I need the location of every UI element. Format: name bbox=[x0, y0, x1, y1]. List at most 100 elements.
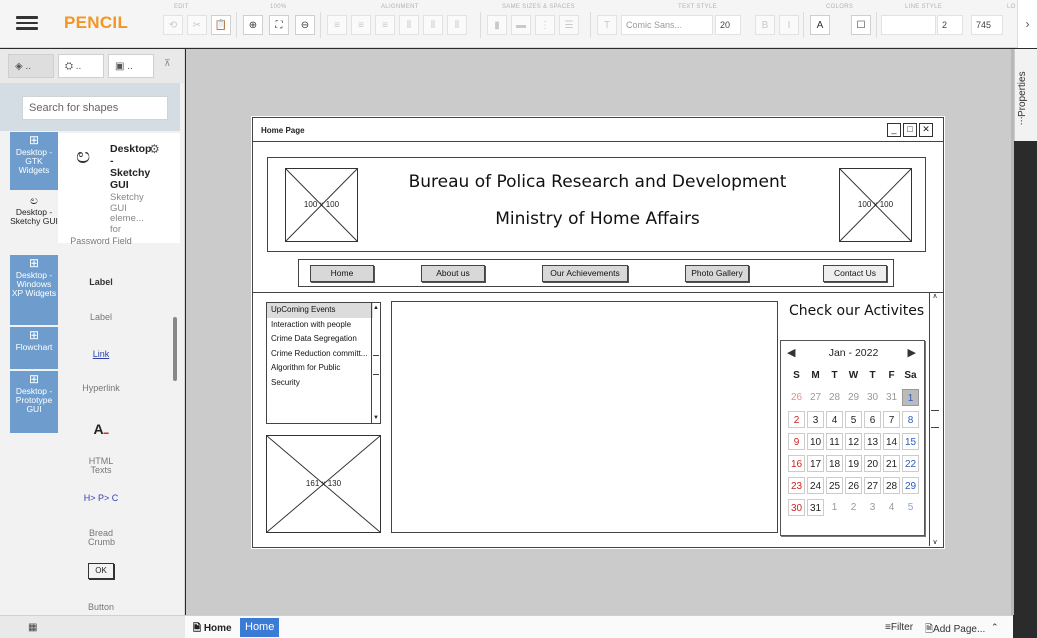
shape-button[interactable]: Button bbox=[58, 603, 144, 612]
cut-icon[interactable]: ✂ bbox=[187, 15, 207, 35]
scroll-up-icon[interactable]: ∧ bbox=[930, 292, 940, 300]
events-listbox[interactable]: UpComing Events Interaction with people … bbox=[266, 302, 381, 424]
calendar-day[interactable]: 27 bbox=[807, 389, 824, 406]
calendar-day[interactable]: 21 bbox=[883, 455, 900, 472]
gear-icon[interactable]: ⚙ bbox=[149, 142, 160, 156]
zoom-in-icon[interactable]: ⊕ bbox=[243, 15, 263, 35]
calendar-day[interactable]: 29 bbox=[902, 477, 919, 494]
shape-breadcrumb[interactable]: Bread Crumb bbox=[88, 529, 115, 547]
filter-button[interactable]: ≡Filter bbox=[885, 622, 913, 633]
calendar-day[interactable]: 3 bbox=[807, 411, 824, 428]
text-color-icon[interactable]: A bbox=[810, 15, 830, 35]
list-item[interactable]: Crime Data Segregation bbox=[267, 332, 373, 347]
scroll-down-icon[interactable]: ∨ bbox=[930, 538, 940, 546]
calendar-day[interactable]: 5 bbox=[845, 411, 862, 428]
nav-about-button[interactable]: About us bbox=[421, 265, 485, 282]
calendar-day[interactable]: 19 bbox=[845, 455, 862, 472]
calendar-day[interactable]: 9 bbox=[788, 433, 805, 450]
calendar-day[interactable]: 31 bbox=[883, 389, 900, 406]
calendar-day[interactable]: 27 bbox=[864, 477, 881, 494]
calendar-day[interactable]: 30 bbox=[788, 499, 805, 516]
font-size-field[interactable]: 20 bbox=[715, 15, 741, 35]
list-item[interactable]: Algorithm for Public bbox=[267, 361, 373, 376]
calendar-day[interactable]: 2 bbox=[788, 411, 805, 428]
calendar-day[interactable]: 4 bbox=[883, 499, 900, 516]
fill-color-icon[interactable]: ☐ bbox=[851, 15, 871, 35]
tab-collections[interactable]: ⛭ .. bbox=[58, 54, 104, 78]
pin-icon[interactable]: ⊼ bbox=[164, 58, 171, 69]
align-middle-icon[interactable]: ⫴ bbox=[423, 15, 443, 35]
calendar-day[interactable]: 1 bbox=[902, 389, 919, 406]
calendar-day[interactable]: 31 bbox=[807, 499, 824, 516]
shape-breadcrumb-preview[interactable]: H> P> C bbox=[58, 493, 144, 503]
calendar-day[interactable]: 26 bbox=[788, 389, 805, 406]
html-text-preview-icon[interactable]: A▬ bbox=[58, 421, 144, 437]
calendar-day[interactable]: 3 bbox=[864, 499, 881, 516]
shape-hyperlink[interactable]: Hyperlink bbox=[58, 384, 144, 393]
calendar-day[interactable]: 12 bbox=[845, 433, 862, 450]
calendar-day[interactable]: 8 bbox=[902, 411, 919, 428]
nav-achievements-button[interactable]: Our Achievements bbox=[542, 265, 628, 282]
close-icon[interactable]: ✕ bbox=[919, 123, 933, 137]
align-left-icon[interactable]: ≡ bbox=[327, 15, 347, 35]
category-flowchart[interactable]: ⊞ Flowchart bbox=[10, 327, 58, 369]
italic-icon[interactable]: I bbox=[779, 15, 799, 35]
minimize-icon[interactable]: _ bbox=[887, 123, 901, 137]
font-family-select[interactable]: Comic Sans... bbox=[621, 15, 713, 35]
calendar-day[interactable]: 25 bbox=[826, 477, 843, 494]
fit-screen-icon[interactable]: ⛶ bbox=[269, 15, 289, 35]
calendar-day[interactable]: 4 bbox=[826, 411, 843, 428]
bold-icon[interactable]: B bbox=[755, 15, 775, 35]
calendar-day[interactable]: 7 bbox=[883, 411, 900, 428]
tab-home-page[interactable]: Home bbox=[240, 618, 280, 637]
shape-password-field[interactable]: Password Field bbox=[58, 237, 144, 246]
calendar-day[interactable]: 6 bbox=[864, 411, 881, 428]
shape-label[interactable]: Label bbox=[58, 313, 144, 322]
shape-button-preview[interactable]: OK bbox=[88, 563, 114, 579]
calendar-day[interactable]: 23 bbox=[788, 477, 805, 494]
properties-tab[interactable]: Properties ⫶ bbox=[1014, 49, 1037, 141]
layout-value-field[interactable]: 745 bbox=[971, 15, 1003, 35]
calendar-day[interactable]: 13 bbox=[864, 433, 881, 450]
category-windows-xp[interactable]: ⊞ Desktop - Windows XP Widgets bbox=[10, 255, 58, 325]
maximize-icon[interactable]: □ bbox=[903, 123, 917, 137]
scroll-up-icon[interactable]: ▲ bbox=[372, 303, 380, 313]
nav-home-button[interactable]: Home bbox=[310, 265, 374, 282]
calendar-day[interactable]: 2 bbox=[845, 499, 862, 516]
mockup-window[interactable]: Home Page _ □ ✕ 100 x 100 Bureau of Poli… bbox=[252, 117, 944, 548]
list-item[interactable]: Crime Reduction committ... bbox=[267, 347, 373, 362]
add-page-button[interactable]: 🗎Add Page... bbox=[925, 622, 985, 638]
align-right-icon[interactable]: ≡ bbox=[375, 15, 395, 35]
page-list-button[interactable]: 🗎 Home bbox=[193, 621, 232, 638]
calendar-day[interactable]: 29 bbox=[845, 389, 862, 406]
list-item[interactable]: UpComing Events bbox=[267, 303, 373, 318]
line-width-field[interactable]: 2 bbox=[937, 15, 963, 35]
calendar-day[interactable]: 22 bbox=[902, 455, 919, 472]
nav-contact-button[interactable]: Contact Us bbox=[823, 265, 887, 282]
toolbar-more-icon[interactable]: › bbox=[1017, 0, 1037, 48]
nav-gallery-button[interactable]: Photo Gallery bbox=[685, 265, 749, 282]
calendar-day[interactable]: 28 bbox=[883, 477, 900, 494]
calendar-day[interactable]: 20 bbox=[864, 455, 881, 472]
same-width-icon[interactable]: ▮ bbox=[487, 15, 507, 35]
calendar-next-icon[interactable]: ▶ bbox=[908, 346, 916, 359]
calendar-day[interactable]: 10 bbox=[807, 433, 824, 450]
shape-html-texts[interactable]: HTML Texts bbox=[88, 457, 114, 475]
calendar-day[interactable]: 16 bbox=[788, 455, 805, 472]
calendar-day[interactable]: 14 bbox=[883, 433, 900, 450]
scroll-down-icon[interactable]: ▼ bbox=[372, 413, 380, 423]
align-bottom-icon[interactable]: ⫴ bbox=[447, 15, 467, 35]
align-top-icon[interactable]: ⫴ bbox=[399, 15, 419, 35]
calendar-day[interactable]: 1 bbox=[826, 499, 843, 516]
tab-images[interactable]: ▣ .. bbox=[108, 54, 154, 78]
calendar-day[interactable]: 15 bbox=[902, 433, 919, 450]
space-h-icon[interactable]: ⋮ bbox=[535, 15, 555, 35]
calendar-day[interactable]: 28 bbox=[826, 389, 843, 406]
events-scrollbar[interactable]: ▲ ▼ bbox=[371, 303, 380, 423]
same-height-icon[interactable]: ▬ bbox=[511, 15, 531, 35]
shape-label-preview[interactable]: Label bbox=[58, 277, 144, 287]
calendar-day[interactable]: 30 bbox=[864, 389, 881, 406]
zoom-out-icon[interactable]: ⊖ bbox=[295, 15, 315, 35]
calendar-widget[interactable]: ◀ Jan - 2022 ▶ S M T W T F Sa 26 27 28 29 30 31 1 2 3 4 5… bbox=[780, 340, 925, 536]
line-style-select[interactable] bbox=[881, 15, 936, 35]
